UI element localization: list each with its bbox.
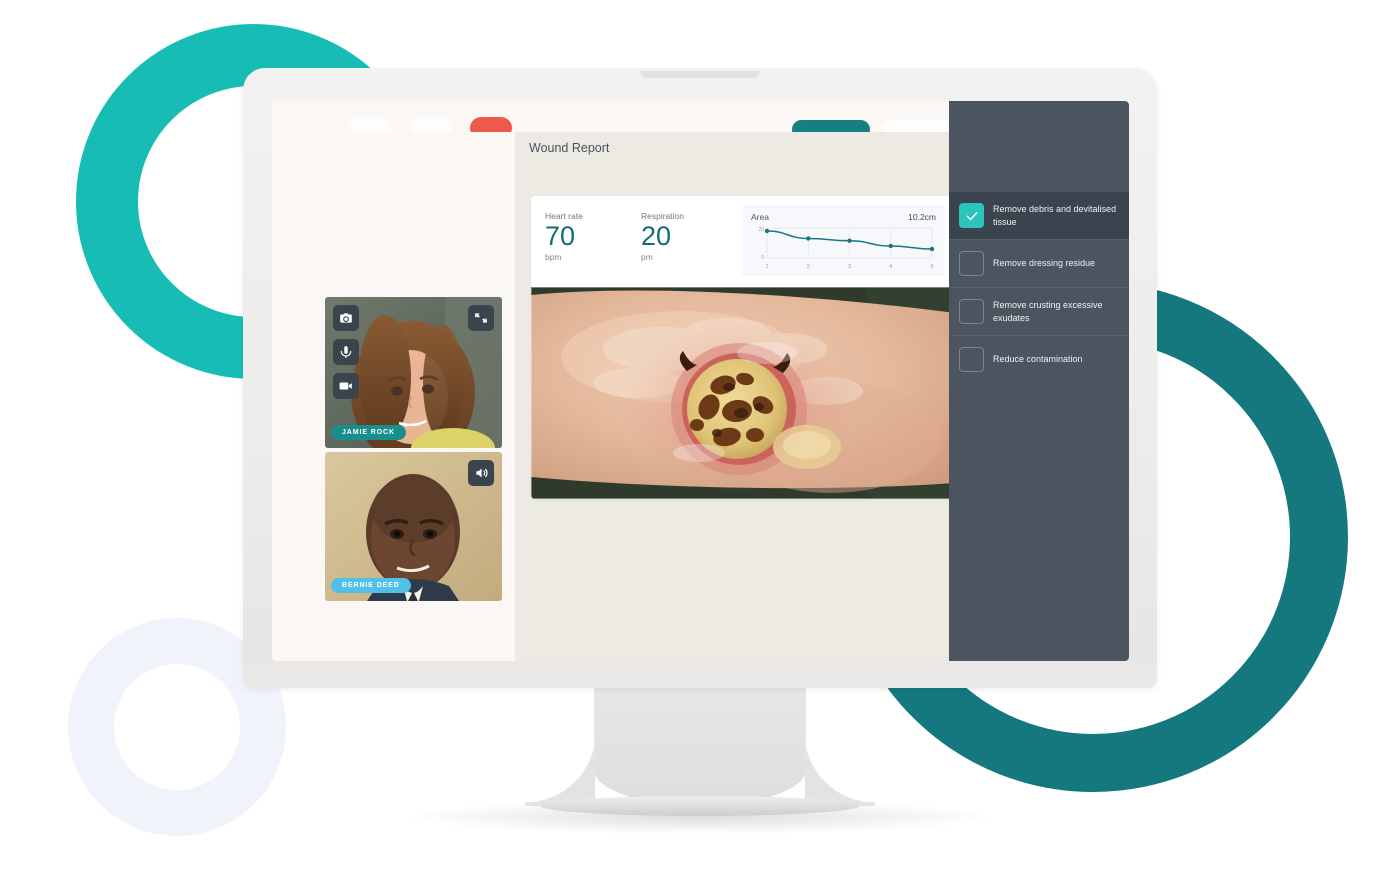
chart-data-point: [764, 228, 770, 234]
main-content: Wound Report Heart rate 70 bpm Respirati…: [515, 132, 978, 661]
chart-data-point: [847, 238, 852, 243]
chart-title: Area: [751, 212, 769, 222]
stat-label: Heart rate: [545, 211, 583, 221]
chart-header: Area 10.2cm: [751, 212, 936, 222]
wound-image: [531, 287, 955, 499]
chart-xtick: 4: [889, 264, 892, 270]
stat-respiration: Respiration 20 pm: [627, 196, 723, 284]
checklist-item-label: Reduce contamination: [993, 354, 1083, 365]
stat-value: 20: [641, 221, 672, 251]
chart-xtick: 3: [848, 264, 851, 270]
wound-photograph[interactable]: [531, 287, 955, 499]
chart-data-point: [888, 243, 893, 249]
chart-xtick: 5: [930, 264, 933, 270]
monitor-stand-base: [541, 796, 859, 816]
checklist-item[interactable]: Remove debris and devitalised tissue: [949, 192, 1129, 239]
screen: REC: [272, 101, 1129, 661]
participant-name-badge: JAMIE ROCK: [331, 425, 406, 440]
checklist-panel: Remove debris and devitalised tissue Remo…: [949, 101, 1129, 661]
video-controls-jamie-rock[interactable]: [333, 305, 359, 399]
chart-ytick: 0: [761, 255, 764, 261]
wound-report-card: Heart rate 70 bpm Respiration 20 pm Area: [531, 196, 955, 499]
illustration-canvas: REC: [0, 0, 1400, 895]
page-title: Wound Report: [529, 141, 610, 155]
collapse-icon[interactable]: [468, 305, 494, 331]
video-tile-jamie-rock[interactable]: JAMIE ROCK: [325, 297, 502, 448]
speaker-icon[interactable]: [468, 460, 494, 486]
stat-label: Respiration: [641, 211, 684, 221]
checklist-item-label: Remove crusting excessive exudates: [993, 300, 1103, 323]
stat-unit: bpm: [545, 251, 562, 262]
checkbox-unchecked[interactable]: [959, 347, 984, 372]
video-tile-bernie-deed[interactable]: BERNIE DEED: [325, 452, 502, 601]
checkbox-unchecked[interactable]: [959, 299, 984, 324]
checkbox-checked[interactable]: [959, 203, 984, 228]
area-chart[interactable]: Area 10.2cm 20 0 1 2 3 4 5: [742, 205, 945, 276]
monitor-notch: [640, 71, 760, 78]
checklist-item[interactable]: Remove dressing residue: [949, 239, 1129, 287]
chart-ytick: 20: [758, 227, 764, 233]
checklist-item[interactable]: Reduce contamination: [949, 335, 1129, 383]
video-camera-icon[interactable]: [333, 373, 359, 399]
checklist-item-label: Remove dressing residue: [993, 258, 1096, 269]
check-icon: [966, 211, 977, 220]
monitor: REC: [243, 68, 1157, 688]
stat-unit: pm: [641, 251, 653, 262]
camera-icon[interactable]: [333, 305, 359, 331]
chart-plot: 20 01 2 3 4 5: [758, 227, 935, 270]
chart-xtick: 1: [765, 264, 768, 270]
chart-metric-value: 10.2cm: [908, 212, 936, 222]
monitor-chin: [243, 661, 1157, 688]
vitals-row: Heart rate 70 bpm Respiration 20 pm Area: [531, 196, 955, 284]
checklist-item-label: Remove debris and devitalised tissue: [993, 204, 1117, 227]
chart-data-point: [929, 246, 935, 252]
stat-heart-rate: Heart rate 70 bpm: [531, 196, 627, 284]
video-panel: JAMIE ROCK BERNIE DEED: [272, 132, 515, 661]
checklist-item[interactable]: Remove crusting excessive exudates: [949, 287, 1129, 335]
monitor-stand-neck: [525, 688, 806, 806]
participant-name-badge: BERNIE DEED: [331, 578, 411, 593]
chart-xtick: 2: [807, 264, 810, 270]
microphone-icon[interactable]: [333, 339, 359, 365]
chart-data-point: [806, 236, 811, 241]
checklist-items: Remove debris and devitalised tissue Remo…: [949, 192, 1129, 383]
stat-value: 70: [545, 221, 576, 251]
checkbox-unchecked[interactable]: [959, 251, 984, 276]
